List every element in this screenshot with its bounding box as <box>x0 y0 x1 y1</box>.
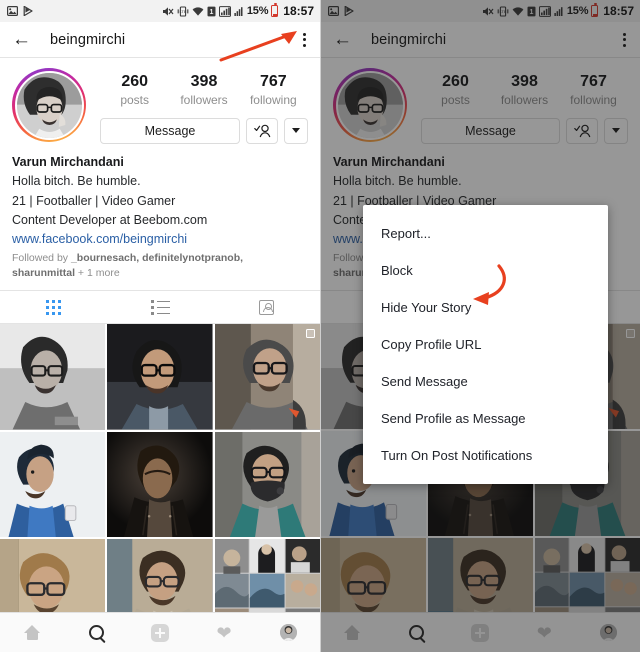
svg-text:1: 1 <box>209 9 213 16</box>
posts-count: 260 <box>121 73 149 90</box>
signal2-icon <box>234 6 243 16</box>
grid-icon <box>45 299 61 315</box>
posts-label: posts <box>120 93 149 107</box>
table-row[interactable] <box>214 431 320 537</box>
status-bar: LTE 1 15% 18:57 <box>0 0 320 22</box>
table-row[interactable] <box>0 324 106 430</box>
bio-line-2: 21 | Footballer | Video Gamer <box>12 193 176 208</box>
stat-following[interactable]: 767 following <box>239 72 308 109</box>
kebab-menu-icon[interactable] <box>299 29 310 51</box>
post-grid <box>0 324 320 645</box>
back-arrow-icon[interactable]: ← <box>12 30 34 49</box>
menu-item-send-message[interactable]: Send Message <box>363 363 608 400</box>
battery-icon <box>271 3 279 17</box>
bottom-nav-activity[interactable]: ❤ <box>192 624 256 642</box>
profile-bio: Varun Mirchandani Holla bitch. Be humble… <box>0 143 320 291</box>
bio-line-3: Content Developer at Beebom.com <box>12 212 208 227</box>
profile-action-buttons: Message <box>100 117 308 144</box>
post-image-2 <box>107 324 213 430</box>
bottom-nav-profile[interactable] <box>256 624 320 641</box>
profile-header: 260 posts 398 followers 767 following Me… <box>0 58 320 144</box>
signal-icon <box>218 5 231 17</box>
followed-by[interactable]: Followed by _bournesach, definitelynotpr… <box>12 251 308 283</box>
avatar-image <box>16 72 82 138</box>
profile-options-menu: Report... Block Hide Your Story Copy Pro… <box>363 205 608 484</box>
heart-icon: ❤ <box>216 622 232 643</box>
message-button[interactable]: Message <box>100 117 240 144</box>
profile-website-link[interactable]: www.facebook.com/beingmirchi <box>12 230 308 249</box>
image-icon <box>7 6 18 16</box>
followers-count: 398 <box>190 73 218 90</box>
bottom-navigation: ❤ <box>0 612 320 652</box>
plus-square-icon <box>151 623 169 642</box>
menu-item-turn-on-post-notifications[interactable]: Turn On Post Notifications <box>363 437 608 474</box>
menu-item-copy-profile-url[interactable]: Copy Profile URL <box>363 326 608 363</box>
following-label: following <box>249 93 297 107</box>
avatar-mini-image <box>279 624 297 641</box>
bottom-nav-add[interactable] <box>128 623 192 642</box>
post-image-6 <box>214 431 320 537</box>
menu-item-send-profile-as-message[interactable]: Send Profile as Message <box>363 400 608 437</box>
svg-text:LTE: LTE <box>179 9 186 14</box>
caret-glyph <box>292 128 300 134</box>
sim-icon: 1 <box>207 6 216 16</box>
post-image-5 <box>107 431 213 537</box>
profile-stats: 260 posts 398 followers 767 following <box>100 72 308 109</box>
multi-post-badge <box>306 329 315 339</box>
menu-item-report[interactable]: Report... <box>363 215 608 252</box>
screenshot-pair: LTE 1 15% 18:57 ← beingmirchi 260 posts … <box>0 0 640 652</box>
tagged-person-icon <box>259 299 275 315</box>
person-check-glyph <box>253 124 270 138</box>
stat-posts[interactable]: 260 posts <box>100 72 169 109</box>
phone-screen-right: LTE 1 15% 18:57 ← beingmirchi 260 posts … <box>320 0 640 652</box>
phone-screen-left: LTE 1 15% 18:57 ← beingmirchi 260 posts … <box>0 0 320 652</box>
stat-followers[interactable]: 398 followers <box>169 72 238 109</box>
table-row[interactable] <box>214 324 320 430</box>
followed-by-prefix: Followed by <box>12 251 71 264</box>
search-icon <box>88 625 104 640</box>
table-row[interactable] <box>0 431 106 537</box>
table-row[interactable] <box>107 431 213 537</box>
tab-tagged[interactable] <box>213 291 320 323</box>
post-image-1 <box>0 324 106 430</box>
avatar-icon <box>279 624 297 641</box>
avatar[interactable] <box>12 68 86 142</box>
followed-by-suffix: + 1 more <box>75 267 120 280</box>
caret-down-icon[interactable] <box>284 117 308 144</box>
mute-icon <box>162 6 174 16</box>
full-name: Varun Mirchandani <box>12 154 124 169</box>
profile-tabs <box>0 290 320 325</box>
table-row[interactable] <box>107 324 213 430</box>
home-icon <box>23 625 41 640</box>
following-count: 767 <box>259 73 287 90</box>
page-title: beingmirchi <box>50 31 126 48</box>
app-bar: ← beingmirchi <box>0 22 320 58</box>
post-image-3 <box>214 324 320 430</box>
play-store-icon <box>23 6 33 16</box>
bottom-nav-search[interactable] <box>64 625 128 640</box>
bottom-nav-home[interactable] <box>0 625 64 640</box>
vibrate-icon: LTE <box>177 5 189 17</box>
menu-item-block[interactable]: Block <box>363 252 608 289</box>
tab-list[interactable] <box>107 291 214 323</box>
person-check-icon[interactable] <box>246 117 278 144</box>
status-bar-right-icons: LTE 1 15% 18:57 <box>162 3 314 18</box>
post-image-4 <box>0 431 106 537</box>
battery-percent: 15% <box>246 5 269 17</box>
followers-label: followers <box>180 93 228 107</box>
list-icon <box>150 299 170 315</box>
bio-line-1: Holla bitch. Be humble. <box>12 174 141 189</box>
wifi-icon <box>192 6 204 16</box>
clock: 18:57 <box>283 4 314 18</box>
status-bar-left-icons <box>7 6 34 16</box>
menu-item-hide-your-story[interactable]: Hide Your Story <box>363 289 608 326</box>
tab-grid[interactable] <box>0 291 107 323</box>
